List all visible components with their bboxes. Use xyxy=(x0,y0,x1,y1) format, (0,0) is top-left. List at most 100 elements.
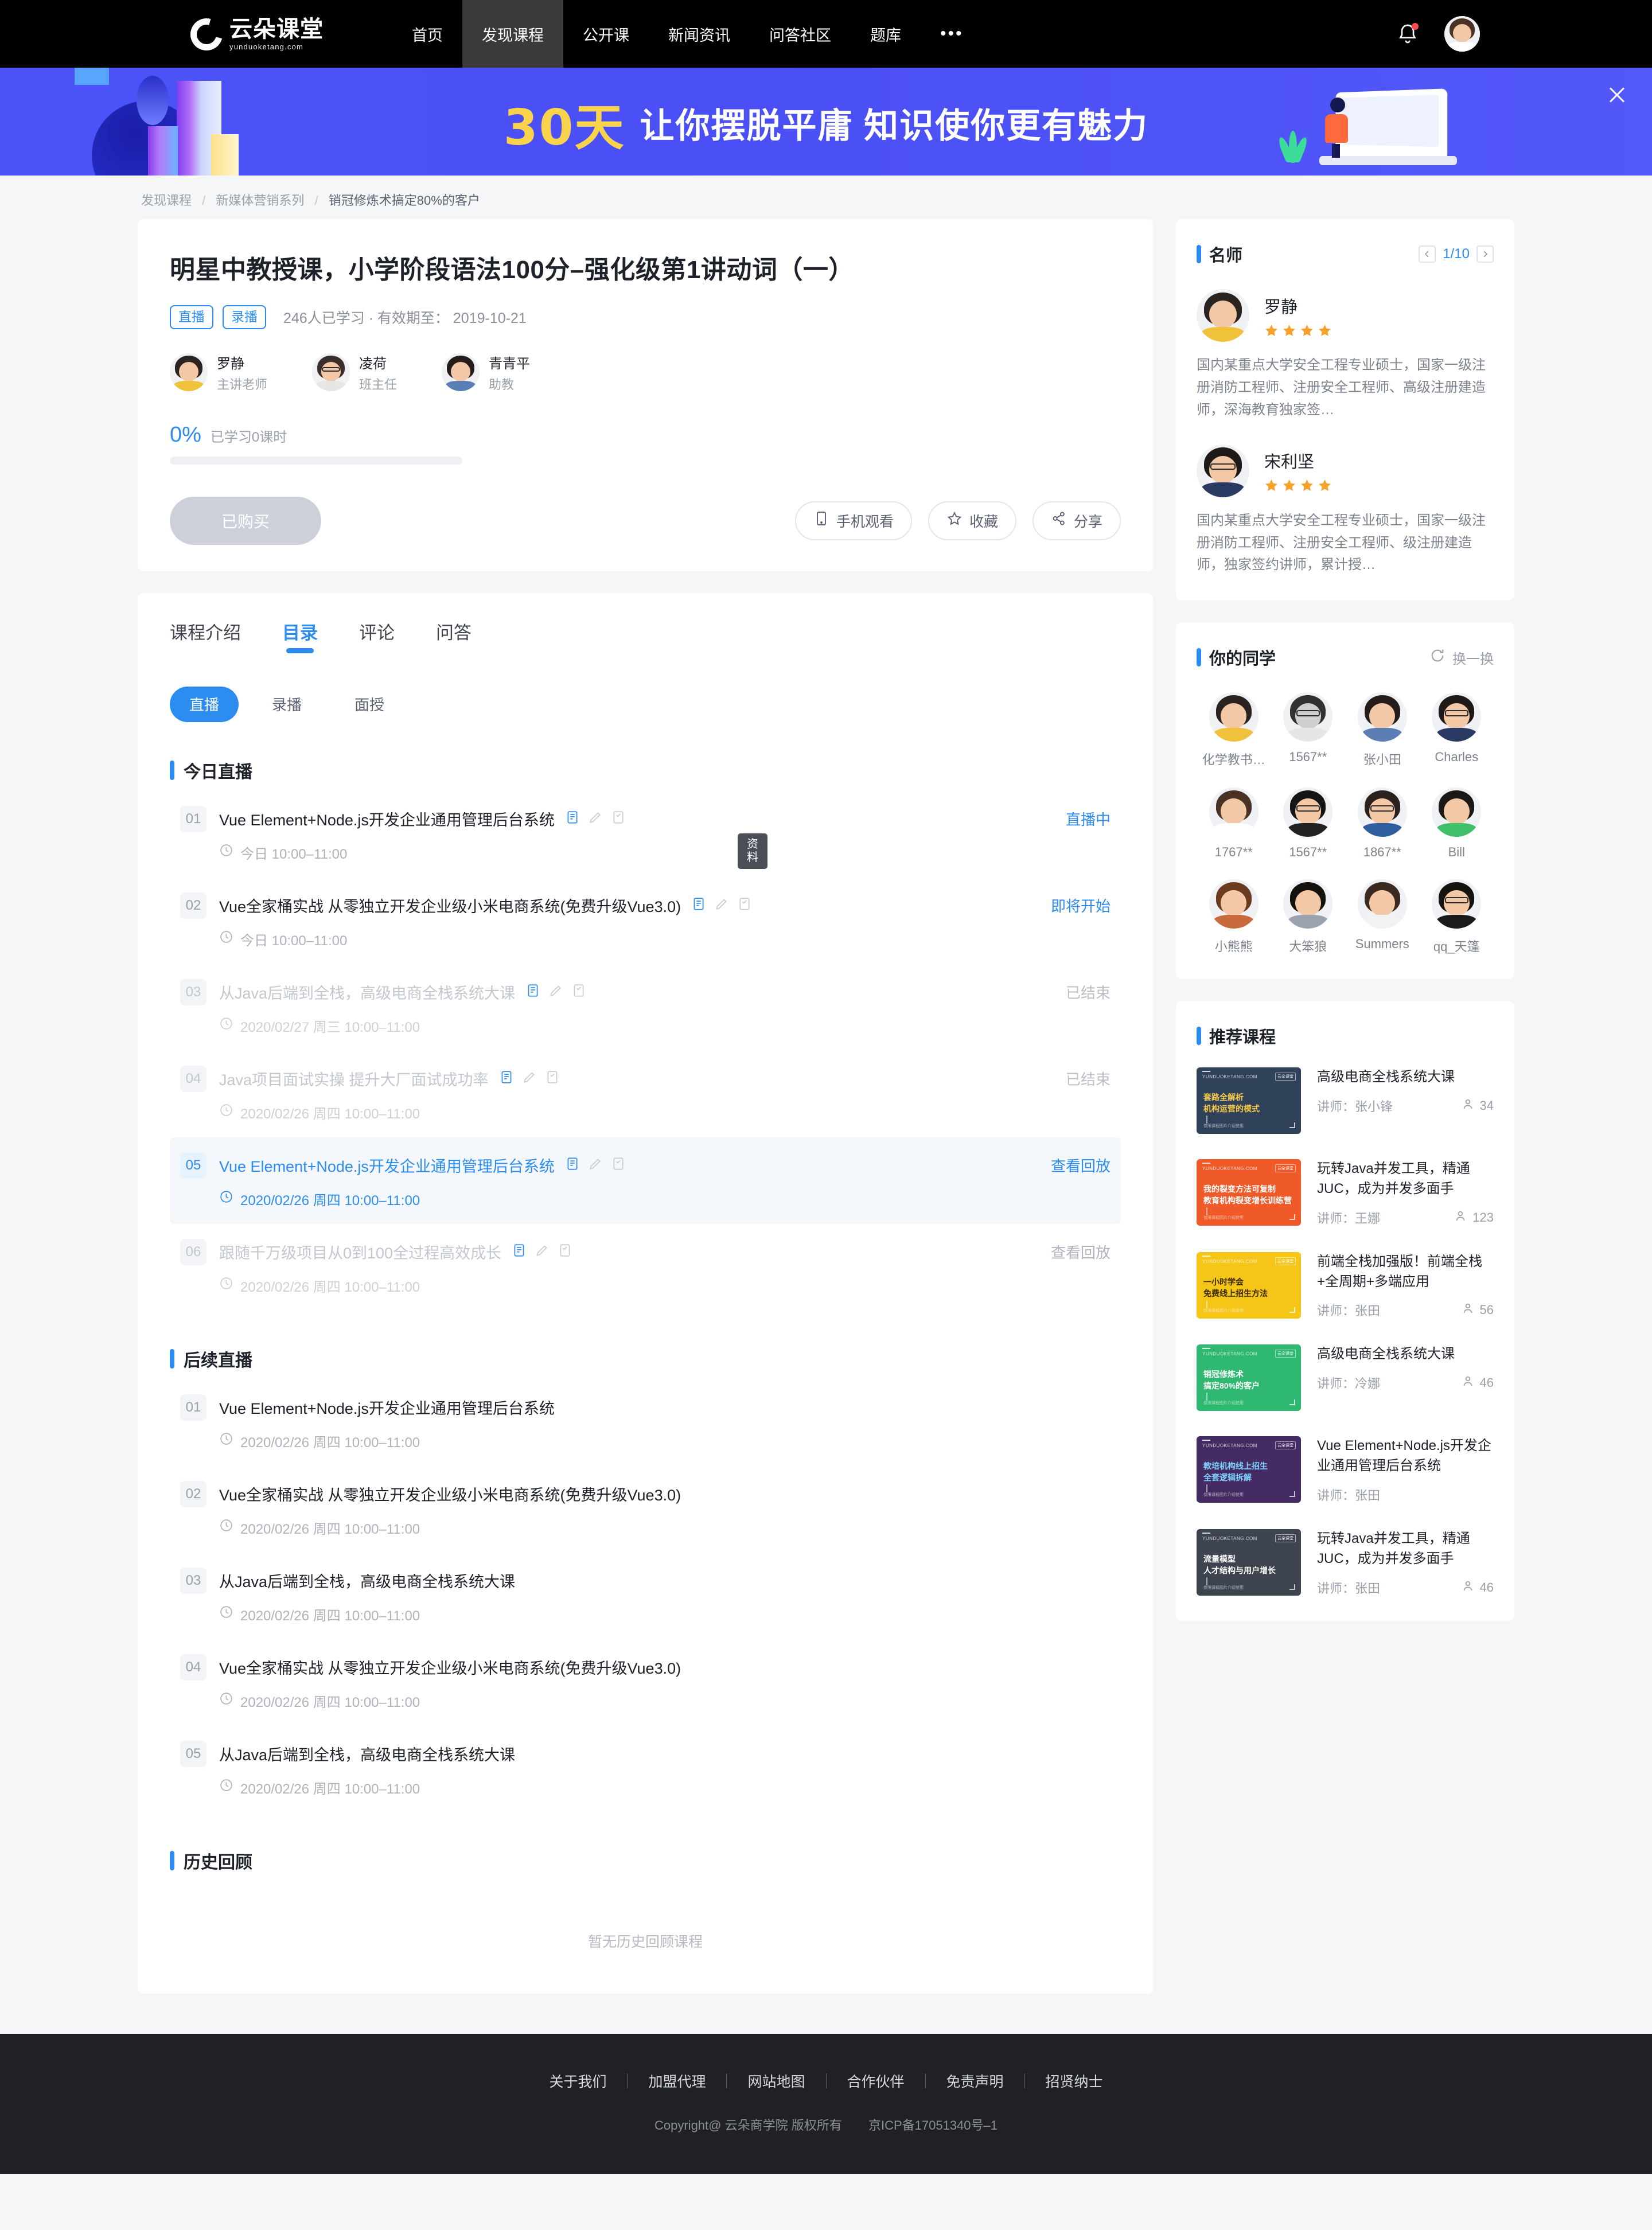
classmate-item[interactable]: Charles xyxy=(1420,692,1494,768)
lesson-title[interactable]: Vue Element+Node.js开发企业通用管理后台系统 xyxy=(219,1396,555,1418)
teacher-card[interactable]: 青青平 助教 xyxy=(442,352,530,393)
famous-teacher-item[interactable]: 宋利坚 国内某重点大学安全工程专业硕士，国家一级注册消防工程师、注册安全工程师、… xyxy=(1197,444,1494,577)
nav-more-button[interactable]: ••• xyxy=(921,0,983,68)
recommended-course-title[interactable]: 高级电商全栈系统大课 xyxy=(1317,1067,1494,1087)
exam-icon[interactable] xyxy=(558,1243,572,1261)
recommended-course-title[interactable]: 高级电商全栈系统大课 xyxy=(1317,1344,1494,1364)
lesson-row[interactable]: 05 从Java后端到全栈，高级电商全栈系统大课 2020/02/26 周四 1… xyxy=(170,1726,1121,1812)
teacher-card[interactable]: 罗静 主讲老师 xyxy=(170,352,267,393)
classmate-item[interactable]: Bill xyxy=(1420,787,1494,860)
recommended-course-title[interactable]: 玩转Java并发工具，精通JUC，成为并发多面手 xyxy=(1317,1529,1494,1569)
footer-link[interactable]: 招贤纳士 xyxy=(1025,2071,1124,2091)
lesson-title[interactable]: Vue全家桶实战 从零独立开发企业级小米电商系统(免费升级Vue3.0) xyxy=(219,894,681,917)
exam-icon[interactable] xyxy=(545,1070,560,1087)
recommended-course-item[interactable]: YUNDUOKETANG.COM 云朵课堂 销冠修炼术 搞定80%的客户 仅限课… xyxy=(1197,1344,1494,1412)
lesson-status[interactable]: 查看回放 xyxy=(1051,1155,1111,1176)
lesson-status[interactable]: 直播中 xyxy=(1066,808,1111,829)
lesson-status[interactable]: 查看回放 xyxy=(1051,1241,1111,1262)
classmate-item[interactable]: qq_天篷 xyxy=(1420,879,1494,955)
lesson-title[interactable]: 跟随千万级项目从0到100全过程高效成长 xyxy=(219,1241,501,1263)
material-icon[interactable] xyxy=(691,896,706,914)
nav-item-news[interactable]: 新闻资讯 xyxy=(649,0,750,68)
favorite-button[interactable]: 收藏 xyxy=(928,501,1016,540)
watch-on-mobile-button[interactable]: 手机观看 xyxy=(794,501,912,540)
recommended-course-item[interactable]: YUNDUOKETANG.COM 云朵课堂 一小时学会 免费线上招生方法 仅限课… xyxy=(1197,1252,1494,1320)
lesson-title[interactable]: Java项目面试实操 提升大厂面试成功率 xyxy=(219,1067,489,1090)
site-logo[interactable]: 云朵课堂 yunduoketang.com xyxy=(184,12,324,57)
homework-icon[interactable] xyxy=(535,1243,550,1261)
breadcrumb-item-1[interactable]: 发现课程 xyxy=(141,193,192,208)
lesson-row[interactable]: 02 Vue全家桶实战 从零独立开发企业级小米电商系统(免费升级Vue3.0) … xyxy=(170,1466,1121,1553)
footer-link[interactable]: 合作伙伴 xyxy=(827,2071,925,2091)
nav-item-question-bank[interactable]: 题库 xyxy=(851,0,921,68)
refresh-classmates-button[interactable]: 换一换 xyxy=(1429,648,1494,668)
lesson-title[interactable]: 从Java后端到全栈，高级电商全栈系统大课 xyxy=(219,1569,515,1592)
nav-item-public-class[interactable]: 公开课 xyxy=(563,0,649,68)
lesson-title[interactable]: Vue Element+Node.js开发企业通用管理后台系统 xyxy=(219,1154,555,1176)
lesson-row[interactable]: 03 从Java后端到全栈，高级电商全栈系统大课 已结束 2020/02/27 … xyxy=(170,964,1121,1051)
lesson-status[interactable]: 已结束 xyxy=(1066,981,1111,1003)
classmate-item[interactable]: 1567** xyxy=(1271,692,1346,768)
material-icon[interactable] xyxy=(525,983,540,1001)
classmate-item[interactable]: 化学教书… xyxy=(1197,692,1271,768)
homework-icon[interactable] xyxy=(714,896,729,914)
exam-icon[interactable] xyxy=(737,896,752,914)
purchased-button[interactable]: 已购买 xyxy=(170,496,321,545)
lesson-row[interactable]: 01 Vue Element+Node.js开发企业通用管理后台系统 直播中 今… xyxy=(170,791,1121,878)
promo-banner[interactable]: 30天 让你摆脱平庸 知识使你更有魅力 xyxy=(0,68,1652,176)
lesson-title[interactable]: Vue全家桶实战 从零独立开发企业级小米电商系统(免费升级Vue3.0) xyxy=(219,1656,681,1678)
exam-icon[interactable] xyxy=(611,1156,626,1174)
chevron-right-icon[interactable] xyxy=(1476,245,1494,263)
tab-comments[interactable]: 评论 xyxy=(359,618,395,653)
lesson-row[interactable]: 01 Vue Element+Node.js开发企业通用管理后台系统 2020/… xyxy=(170,1379,1121,1466)
material-icon[interactable] xyxy=(565,810,580,828)
homework-icon[interactable] xyxy=(588,1156,603,1174)
lesson-title[interactable]: 从Java后端到全栈，高级电商全栈系统大课 xyxy=(219,981,515,1003)
share-button[interactable]: 分享 xyxy=(1032,501,1121,540)
teacher-card[interactable]: 凌荷 班主任 xyxy=(312,352,397,393)
lesson-row[interactable]: 04 Vue全家桶实战 从零独立开发企业级小米电商系统(免费升级Vue3.0) … xyxy=(170,1639,1121,1726)
close-icon[interactable] xyxy=(1604,81,1630,108)
nav-item-qa-community[interactable]: 问答社区 xyxy=(750,0,851,68)
notification-bell-icon[interactable] xyxy=(1396,22,1419,46)
material-icon[interactable] xyxy=(499,1070,514,1087)
lesson-row[interactable]: 05 Vue Element+Node.js开发企业通用管理后台系统 查看回放 … xyxy=(170,1137,1121,1224)
tab-course-intro[interactable]: 课程介绍 xyxy=(170,618,241,653)
classmate-item[interactable]: 大笨狼 xyxy=(1271,879,1346,955)
material-icon[interactable] xyxy=(565,1156,580,1174)
homework-icon[interactable] xyxy=(588,810,603,828)
recommended-course-title[interactable]: 前端全栈加强版！前端全栈+全周期+多端应用 xyxy=(1317,1252,1494,1292)
recommended-course-title[interactable]: 玩转Java并发工具，精通JUC，成为并发多面手 xyxy=(1317,1159,1494,1199)
classmate-item[interactable]: 张小田 xyxy=(1345,692,1420,768)
subtab-recorded[interactable]: 录播 xyxy=(252,687,321,722)
classmate-item[interactable]: 1867** xyxy=(1345,787,1420,860)
lesson-status[interactable]: 即将开始 xyxy=(1051,895,1111,916)
footer-link[interactable]: 加盟代理 xyxy=(628,2071,726,2091)
lesson-row[interactable]: 02 Vue全家桶实战 从零独立开发企业级小米电商系统(免费升级Vue3.0) … xyxy=(170,878,1121,964)
footer-link[interactable]: 网站地图 xyxy=(727,2071,825,2091)
recommended-course-item[interactable]: YUNDUOKETANG.COM 云朵课堂 套路全解析 机构运营的模式 仅限课程… xyxy=(1197,1067,1494,1135)
lesson-row[interactable]: 03 从Java后端到全栈，高级电商全栈系统大课 2020/02/26 周四 1… xyxy=(170,1553,1121,1639)
lesson-title[interactable]: Vue Element+Node.js开发企业通用管理后台系统 xyxy=(219,808,555,830)
homework-icon[interactable] xyxy=(522,1070,537,1087)
recommended-course-item[interactable]: YUNDUOKETANG.COM 云朵课堂 流量模型 人才结构与用户增长 仅限课… xyxy=(1197,1529,1494,1597)
recommended-course-item[interactable]: YUNDUOKETANG.COM 云朵课堂 我的裂变方法可复制 教育机构裂变增长… xyxy=(1197,1159,1494,1227)
recommended-course-title[interactable]: Vue Element+Node.js开发企业通用管理后台系统 xyxy=(1317,1436,1494,1476)
classmate-item[interactable]: Summers xyxy=(1345,879,1420,955)
classmate-item[interactable]: 1767** xyxy=(1197,787,1271,860)
famous-teacher-item[interactable]: 罗静 国内某重点大学安全工程专业硕士，国家一级注册消防工程师、注册安全工程师、高… xyxy=(1197,289,1494,422)
chevron-left-icon[interactable] xyxy=(1419,245,1436,263)
nav-item-discover-courses[interactable]: 发现课程 xyxy=(462,0,563,68)
lesson-row[interactable]: 06 跟随千万级项目从0到100全过程高效成长 查看回放 2020/02/26 … xyxy=(170,1224,1121,1311)
user-avatar[interactable] xyxy=(1444,16,1480,52)
tab-catalog[interactable]: 目录 xyxy=(282,618,318,653)
exam-icon[interactable] xyxy=(611,810,626,828)
recommended-course-item[interactable]: YUNDUOKETANG.COM 云朵课堂 教培机构线上招生 全套逻辑拆解 仅限… xyxy=(1197,1436,1494,1504)
breadcrumb-item-2[interactable]: 新媒体营销系列 xyxy=(216,193,304,208)
subtab-offline[interactable]: 面授 xyxy=(335,687,404,722)
lesson-title[interactable]: 从Java后端到全栈，高级电商全栈系统大课 xyxy=(219,1742,515,1765)
footer-link[interactable]: 关于我们 xyxy=(528,2071,627,2091)
footer-link[interactable]: 免责声明 xyxy=(926,2071,1024,2091)
exam-icon[interactable] xyxy=(571,983,586,1001)
tab-qa[interactable]: 问答 xyxy=(436,618,472,653)
